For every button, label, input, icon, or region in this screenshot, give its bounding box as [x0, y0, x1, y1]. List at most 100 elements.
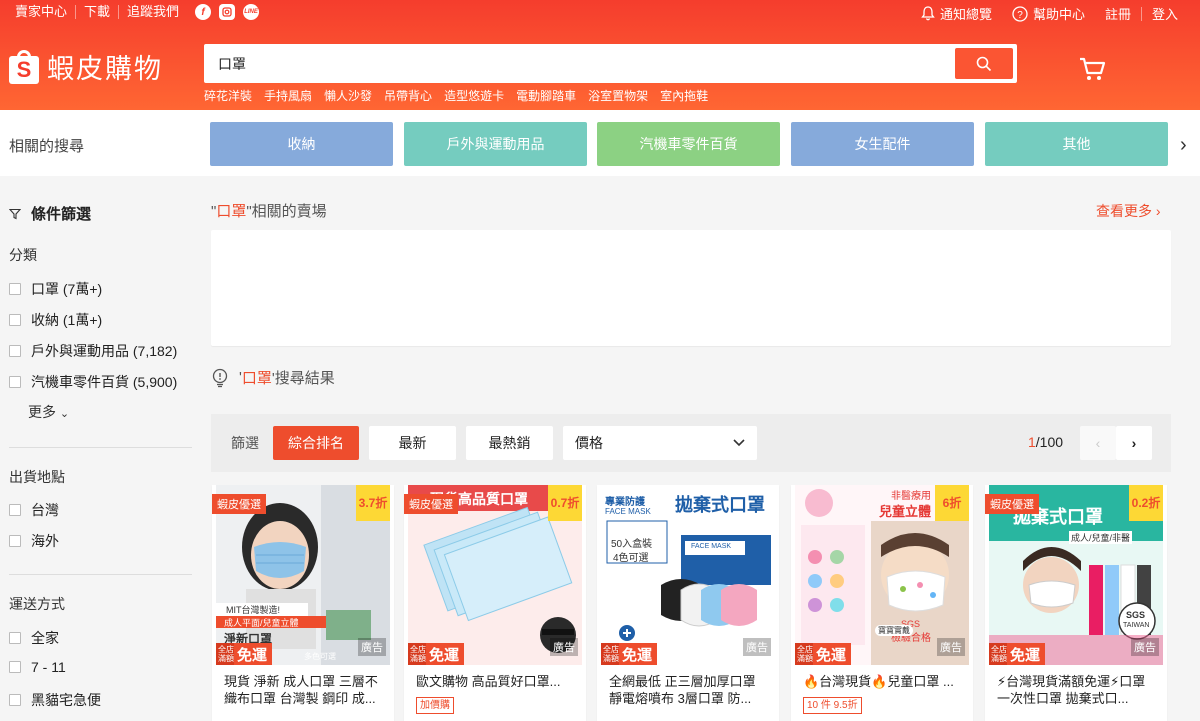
product-title[interactable]: ⚡台灣現貨滿額免運⚡口罩 一次性口罩 拋棄式口... [997, 673, 1159, 707]
free-shipping-badge: 全店滿額 免運 [408, 643, 465, 665]
facebook-icon[interactable]: f [195, 4, 212, 20]
hot-keyword[interactable]: 懶人沙發 [324, 87, 372, 104]
instagram-icon[interactable] [219, 4, 236, 20]
filter-icon [9, 208, 21, 219]
product-card[interactable]: 現貨高品質口罩 蝦皮優選 0.7折 廣告 全店滿額 免運 歐文購物 高品質好口罩.… [404, 485, 586, 721]
related-category[interactable]: 女生配件 [791, 122, 974, 166]
checkbox[interactable] [9, 376, 21, 388]
follow-us-label: 追蹤我們 [127, 4, 180, 19]
category-option[interactable]: 戶外與運動用品 (7,182) [9, 341, 177, 361]
ship-small-text: 全店滿額 [216, 643, 234, 665]
filter-title: 條件篩選 [31, 206, 92, 223]
header: 賣家中心 下載 追蹤我們 f LINE 通知總覽 ? 幫助中心 註冊 登入 S … [0, 0, 1200, 110]
checkbox[interactable] [9, 661, 21, 673]
shipping-option[interactable]: 7 - 11 [9, 659, 66, 675]
keyword: 口罩 [241, 370, 272, 387]
checkbox[interactable] [9, 283, 21, 295]
more-categories-toggle[interactable]: 更多 ⌄ [28, 402, 69, 422]
ship-big-text: 免運 [237, 646, 268, 664]
product-title[interactable]: 🔥台灣現貨🔥兒童口罩 ... [803, 673, 965, 690]
login-link[interactable]: 登入 [1142, 4, 1188, 23]
checkbox[interactable] [9, 504, 21, 516]
hot-keyword[interactable]: 碎花洋裝 [204, 87, 252, 104]
related-shops-heading: "口罩"相關的賣場 [211, 200, 327, 221]
checkbox[interactable] [9, 694, 21, 706]
related-category[interactable]: 戶外與運動用品 [404, 122, 587, 166]
hot-keyword[interactable]: 室內拖鞋 [660, 87, 708, 104]
ad-badge: 廣告 [743, 638, 771, 656]
ship-small-text: 全店滿額 [601, 643, 619, 665]
more-label: 更多 [28, 404, 56, 420]
image-text: SGS [1126, 610, 1146, 620]
image-text: 拋棄式口罩 [675, 495, 765, 515]
register-link[interactable]: 註冊 [1095, 4, 1141, 23]
hot-keyword[interactable]: 電動腳踏車 [516, 87, 576, 104]
free-shipping-badge: 全店滿額 免運 [216, 643, 273, 665]
total-pages: /100 [1035, 434, 1064, 450]
hot-keyword[interactable]: 浴室置物架 [588, 87, 648, 104]
hot-keyword[interactable]: 吊帶背心 [384, 87, 432, 104]
location-option[interactable]: 台灣 [9, 500, 59, 520]
related-category[interactable]: 汽機車零件百貨 [597, 122, 780, 166]
see-more-label: 查看更多 [1096, 203, 1152, 219]
divider [9, 447, 192, 448]
product-card[interactable]: MIT台灣製造! 成人平面/兒童立體 淨新口罩 多色可選 蝦皮優選 3.7折 廣… [212, 485, 394, 721]
see-more-link[interactable]: 查看更多 › [1096, 201, 1161, 221]
image-text: FACE MASK [691, 543, 732, 550]
shopee-logo[interactable]: S 蝦皮購物 [9, 47, 163, 86]
location-option[interactable]: 海外 [9, 531, 59, 551]
search-input[interactable] [204, 44, 954, 83]
filter-header: 條件篩選 [9, 203, 91, 224]
checkbox[interactable] [9, 535, 21, 547]
checkbox[interactable] [9, 345, 21, 357]
page-indicator: 1/100 [1028, 434, 1063, 450]
related-category[interactable]: 其他 [985, 122, 1168, 166]
search-button[interactable] [955, 48, 1013, 79]
hot-keyword[interactable]: 造型悠遊卡 [444, 87, 504, 104]
help-center-label: 幫助中心 [1032, 7, 1085, 22]
sort-latest-button[interactable]: 最新 [369, 426, 456, 460]
line-icon[interactable]: LINE [243, 4, 260, 20]
category-option[interactable]: 汽機車零件百貨 (5,900) [9, 372, 177, 392]
image-text: 多色可選 [304, 652, 336, 661]
related-shops-panel [211, 230, 1171, 346]
lightbulb-icon [212, 368, 228, 387]
sort-relevance-button[interactable]: 綜合排名 [273, 426, 359, 460]
category-option[interactable]: 收納 (1萬+) [9, 310, 102, 330]
price-sort-select[interactable]: 價格 [563, 426, 757, 460]
related-label: 相關的搜尋 [9, 138, 85, 155]
product-title[interactable]: 歐文購物 高品質好口罩... [416, 673, 578, 690]
prev-page-button[interactable]: ‹ [1080, 426, 1116, 460]
hot-keyword[interactable]: 手持風扇 [264, 87, 312, 104]
option-label: 7 - 11 [31, 659, 66, 675]
free-shipping-badge: 全店滿額 免運 [601, 643, 658, 665]
product-card[interactable]: 非醫療用 兒童立體 SGS 檢驗合格 寶寶實戴 6折 廣告 全店滿額 免運 🔥台灣… [791, 485, 973, 721]
ship-small-text: 全店滿額 [795, 643, 813, 665]
shipping-option[interactable]: 黑貓宅急便 [9, 690, 101, 710]
ship-small-text: 全店滿額 [408, 643, 426, 665]
seller-center-link[interactable]: 賣家中心 [15, 5, 77, 19]
download-link[interactable]: 下載 [76, 5, 120, 19]
product-title[interactable]: 全網最低 正三層加厚口罩 靜電熔噴布 3層口罩 防... [609, 673, 771, 707]
ship-big-text: 免運 [622, 646, 653, 664]
next-arrow-icon[interactable]: › [1180, 134, 1187, 157]
next-page-button[interactable]: › [1116, 426, 1152, 460]
sort-bar: 篩選 綜合排名 最新 最熱銷 價格 1/100 ‹ › [211, 414, 1171, 472]
sort-top-sales-button[interactable]: 最熱銷 [466, 426, 553, 460]
checkbox[interactable] [9, 632, 21, 644]
shopping-bag-icon: S [9, 49, 39, 84]
shipping-option[interactable]: 全家 [9, 628, 59, 648]
product-card[interactable]: 拋棄式口罩 成人/兒童/非醫 SGS TAIWAN 蝦皮優選 0.2折 廣告 全… [985, 485, 1167, 721]
help-center-link[interactable]: ? 幫助中心 [1002, 4, 1095, 23]
category-option[interactable]: 口罩 (7萬+) [9, 279, 102, 299]
notifications-link[interactable]: 通知總覽 [911, 4, 1002, 23]
product-card[interactable]: 專業防護 FACE MASK 拋棄式口罩 50入盒裝 4色可選 FACE MAS… [597, 485, 779, 721]
chevron-left-icon: ‹ [1095, 435, 1101, 451]
checkbox[interactable] [9, 314, 21, 326]
ad-badge: 廣告 [550, 638, 578, 656]
product-title[interactable]: 現貨 淨新 成人口罩 三層不織布口罩 台灣製 鋼印 成... [224, 673, 386, 707]
option-label: 戶外與運動用品 (7,182) [31, 343, 178, 359]
option-label: 汽機車零件百貨 (5,900) [31, 374, 178, 390]
cart-button[interactable] [1078, 56, 1106, 82]
related-category[interactable]: 收納 [210, 122, 393, 166]
